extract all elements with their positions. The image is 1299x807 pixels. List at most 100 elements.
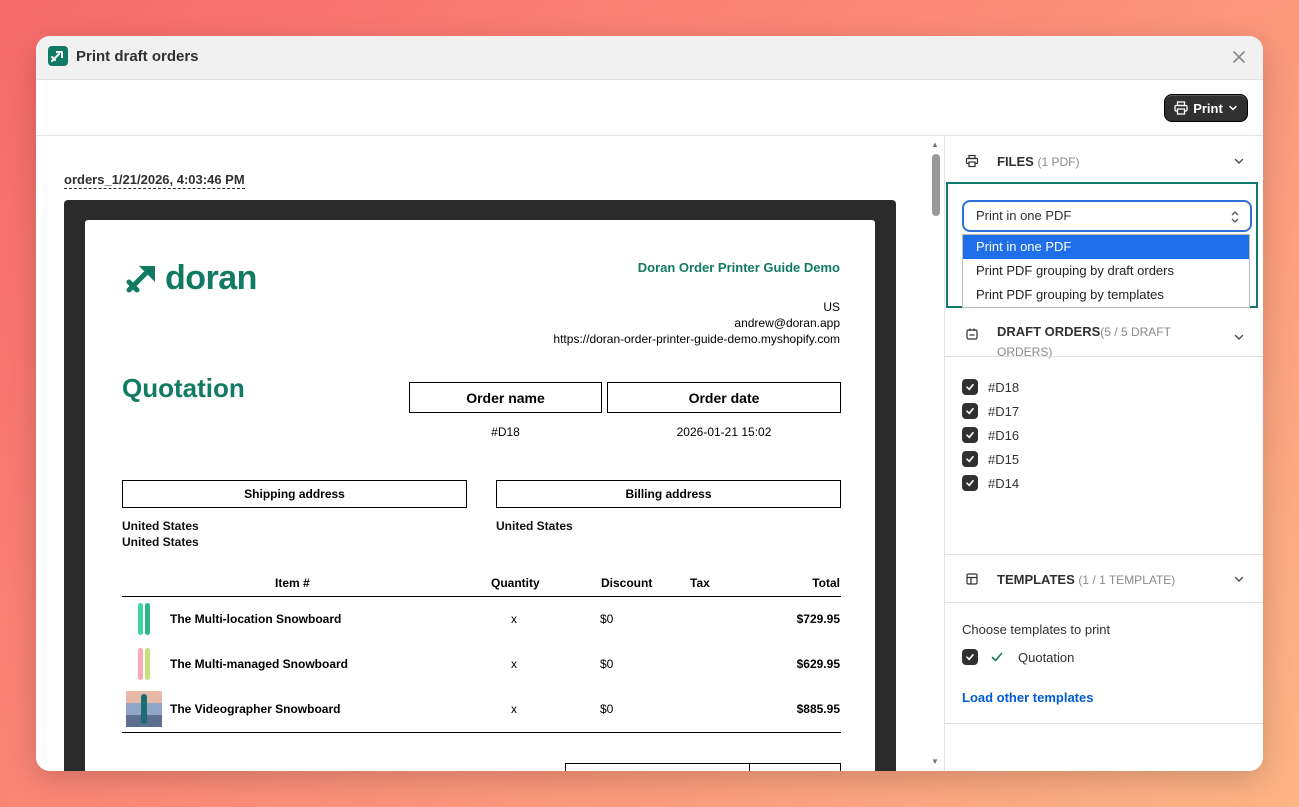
item-name: The Multi-managed Snowboard [170,657,349,671]
shipping-address-line: United States [122,535,199,549]
option-print-in-one-pdf[interactable]: Print in one PDF [963,235,1249,259]
printer-icon [1174,101,1188,115]
section-divider [945,723,1263,724]
close-icon[interactable] [1229,47,1249,67]
draft-order-label: #D16 [988,427,1020,443]
printer-icon [965,154,979,168]
scroll-thumb[interactable] [932,154,940,216]
checkbox-checked[interactable] [962,649,978,665]
draft-orders-section-header[interactable]: DRAFT ORDERS(5 / 5 DRAFT ORDERS) [945,308,1263,359]
file-mode-selected-value: Print in one PDF [976,208,1072,223]
template-label: Quotation [1018,649,1075,665]
preview-scrollbar[interactable] [930,136,944,771]
checkbox-checked[interactable] [962,379,978,395]
toolbar: Print [36,80,1263,136]
modal-header: Print draft orders [36,36,1263,80]
scroll-up-arrow-icon[interactable]: ▲ [931,140,939,149]
item-total: $885.95 [796,702,840,716]
checkbox-checked[interactable] [962,403,978,419]
doran-logo-text: doran [165,259,257,297]
files-title-text: FILES [997,154,1034,169]
option-group-by-draft-orders[interactable]: Print PDF grouping by draft orders [963,259,1249,283]
column-quantity: Quantity [491,576,540,590]
chevron-down-icon[interactable] [1233,573,1245,585]
templates-section-header[interactable]: TEMPLATES (1 / 1 TEMPLATE) [945,555,1263,601]
check-icon [966,654,974,661]
draft-order-label: #D17 [988,403,1020,419]
item-quantity: x [511,657,517,671]
shipping-address-header: Shipping address [122,480,467,508]
order-date-header: Order date [607,382,841,413]
item-quantity: x [511,612,517,626]
order-name-value: #D18 [491,425,520,439]
checkbox-checked[interactable] [962,451,978,467]
draft-order-checkbox-row[interactable]: #D14 [962,475,1019,491]
check-icon [966,456,974,463]
checkbox-checked[interactable] [962,427,978,443]
chevron-down-icon[interactable] [1233,331,1245,343]
print-button[interactable]: Print [1164,94,1248,122]
totals-box-divider [749,764,750,771]
shop-name: Doran Order Printer Guide Demo [637,260,840,275]
section-divider [945,356,1263,357]
billing-address-header: Billing address [496,480,841,508]
item-total: $629.95 [796,657,840,671]
draft-order-checkbox-row[interactable]: #D15 [962,451,1019,467]
draft-order-checkbox-row[interactable]: #D17 [962,403,1019,419]
file-mode-highlight: Print in one PDF Print in one PDF Print … [946,182,1258,308]
item-discount: $0 [600,702,614,716]
doran-logo: doran [125,260,257,296]
template-checkbox-row[interactable]: Quotation [962,649,1074,665]
files-section-header[interactable]: FILES (1 PDF) [945,136,1263,182]
file-mode-select[interactable]: Print in one PDF [962,200,1252,232]
template-icon [966,573,978,585]
draft-order-label: #D18 [988,379,1020,395]
file-name[interactable]: orders_1/21/2026, 4:03:46 PM [64,172,245,189]
pdf-preview[interactable]: orders_1/21/2026, 4:03:46 PM doran Doran… [36,136,944,771]
snowboard-thumbnail [138,648,150,680]
shipping-address-line: United States [122,519,199,533]
section-divider [945,602,1263,603]
checkbox-checked[interactable] [962,475,978,491]
check-icon [966,408,974,415]
print-draft-orders-modal: Print draft orders Print orders_1/21/202… [36,36,1263,771]
file-mode-dropdown: Print in one PDF Print PDF grouping by d… [962,234,1250,308]
shop-url: https://doran-order-printer-guide-demo.m… [553,332,840,346]
files-count: (1 PDF) [1037,155,1080,169]
draft-order-label: #D15 [988,451,1020,467]
check-icon [966,432,974,439]
document-title: Quotation [122,373,245,403]
column-tax: Tax [690,576,710,590]
draft-order-checkbox-row[interactable]: #D16 [962,427,1019,443]
draft-orders-count: (5 / 5 DRAFT [1100,325,1171,339]
billing-address-line: United States [496,519,573,533]
item-total: $729.95 [796,612,840,626]
column-item: Item # [275,576,310,590]
item-discount: $0 [600,657,614,671]
check-icon [966,384,974,391]
print-settings-sidebar: FILES (1 PDF) Print in one PDF Print in … [944,136,1263,771]
scroll-down-arrow-icon[interactable]: ▼ [931,757,939,766]
order-name-header: Order name [409,382,602,413]
item-quantity: x [511,702,517,716]
option-group-by-templates[interactable]: Print PDF grouping by templates [963,283,1249,307]
doran-logo-icon [126,266,155,293]
app-logo-icon [48,46,68,66]
check-icon [966,480,974,487]
chevron-down-icon[interactable] [1233,155,1245,167]
draft-orders-title-text: DRAFT ORDERS [997,324,1101,339]
document-page: doran Doran Order Printer Guide Demo US … [85,220,875,771]
modal-title: Print draft orders [76,48,199,65]
table-header-rule [122,596,841,597]
templates-title: TEMPLATES (1 / 1 TEMPLATE) [997,572,1175,587]
chevron-down-icon [1229,105,1237,111]
draft-order-label: #D14 [988,475,1020,491]
column-discount: Discount [601,576,653,590]
shop-country: US [823,300,840,314]
snowboard-thumbnail [126,691,162,727]
document-frame: doran Doran Order Printer Guide Demo US … [64,200,896,771]
draft-order-checkbox-row[interactable]: #D18 [962,379,1019,395]
shop-email: andrew@doran.app [734,316,840,330]
checkmark-icon [991,652,1003,662]
load-other-templates-link[interactable]: Load other templates [962,690,1093,705]
